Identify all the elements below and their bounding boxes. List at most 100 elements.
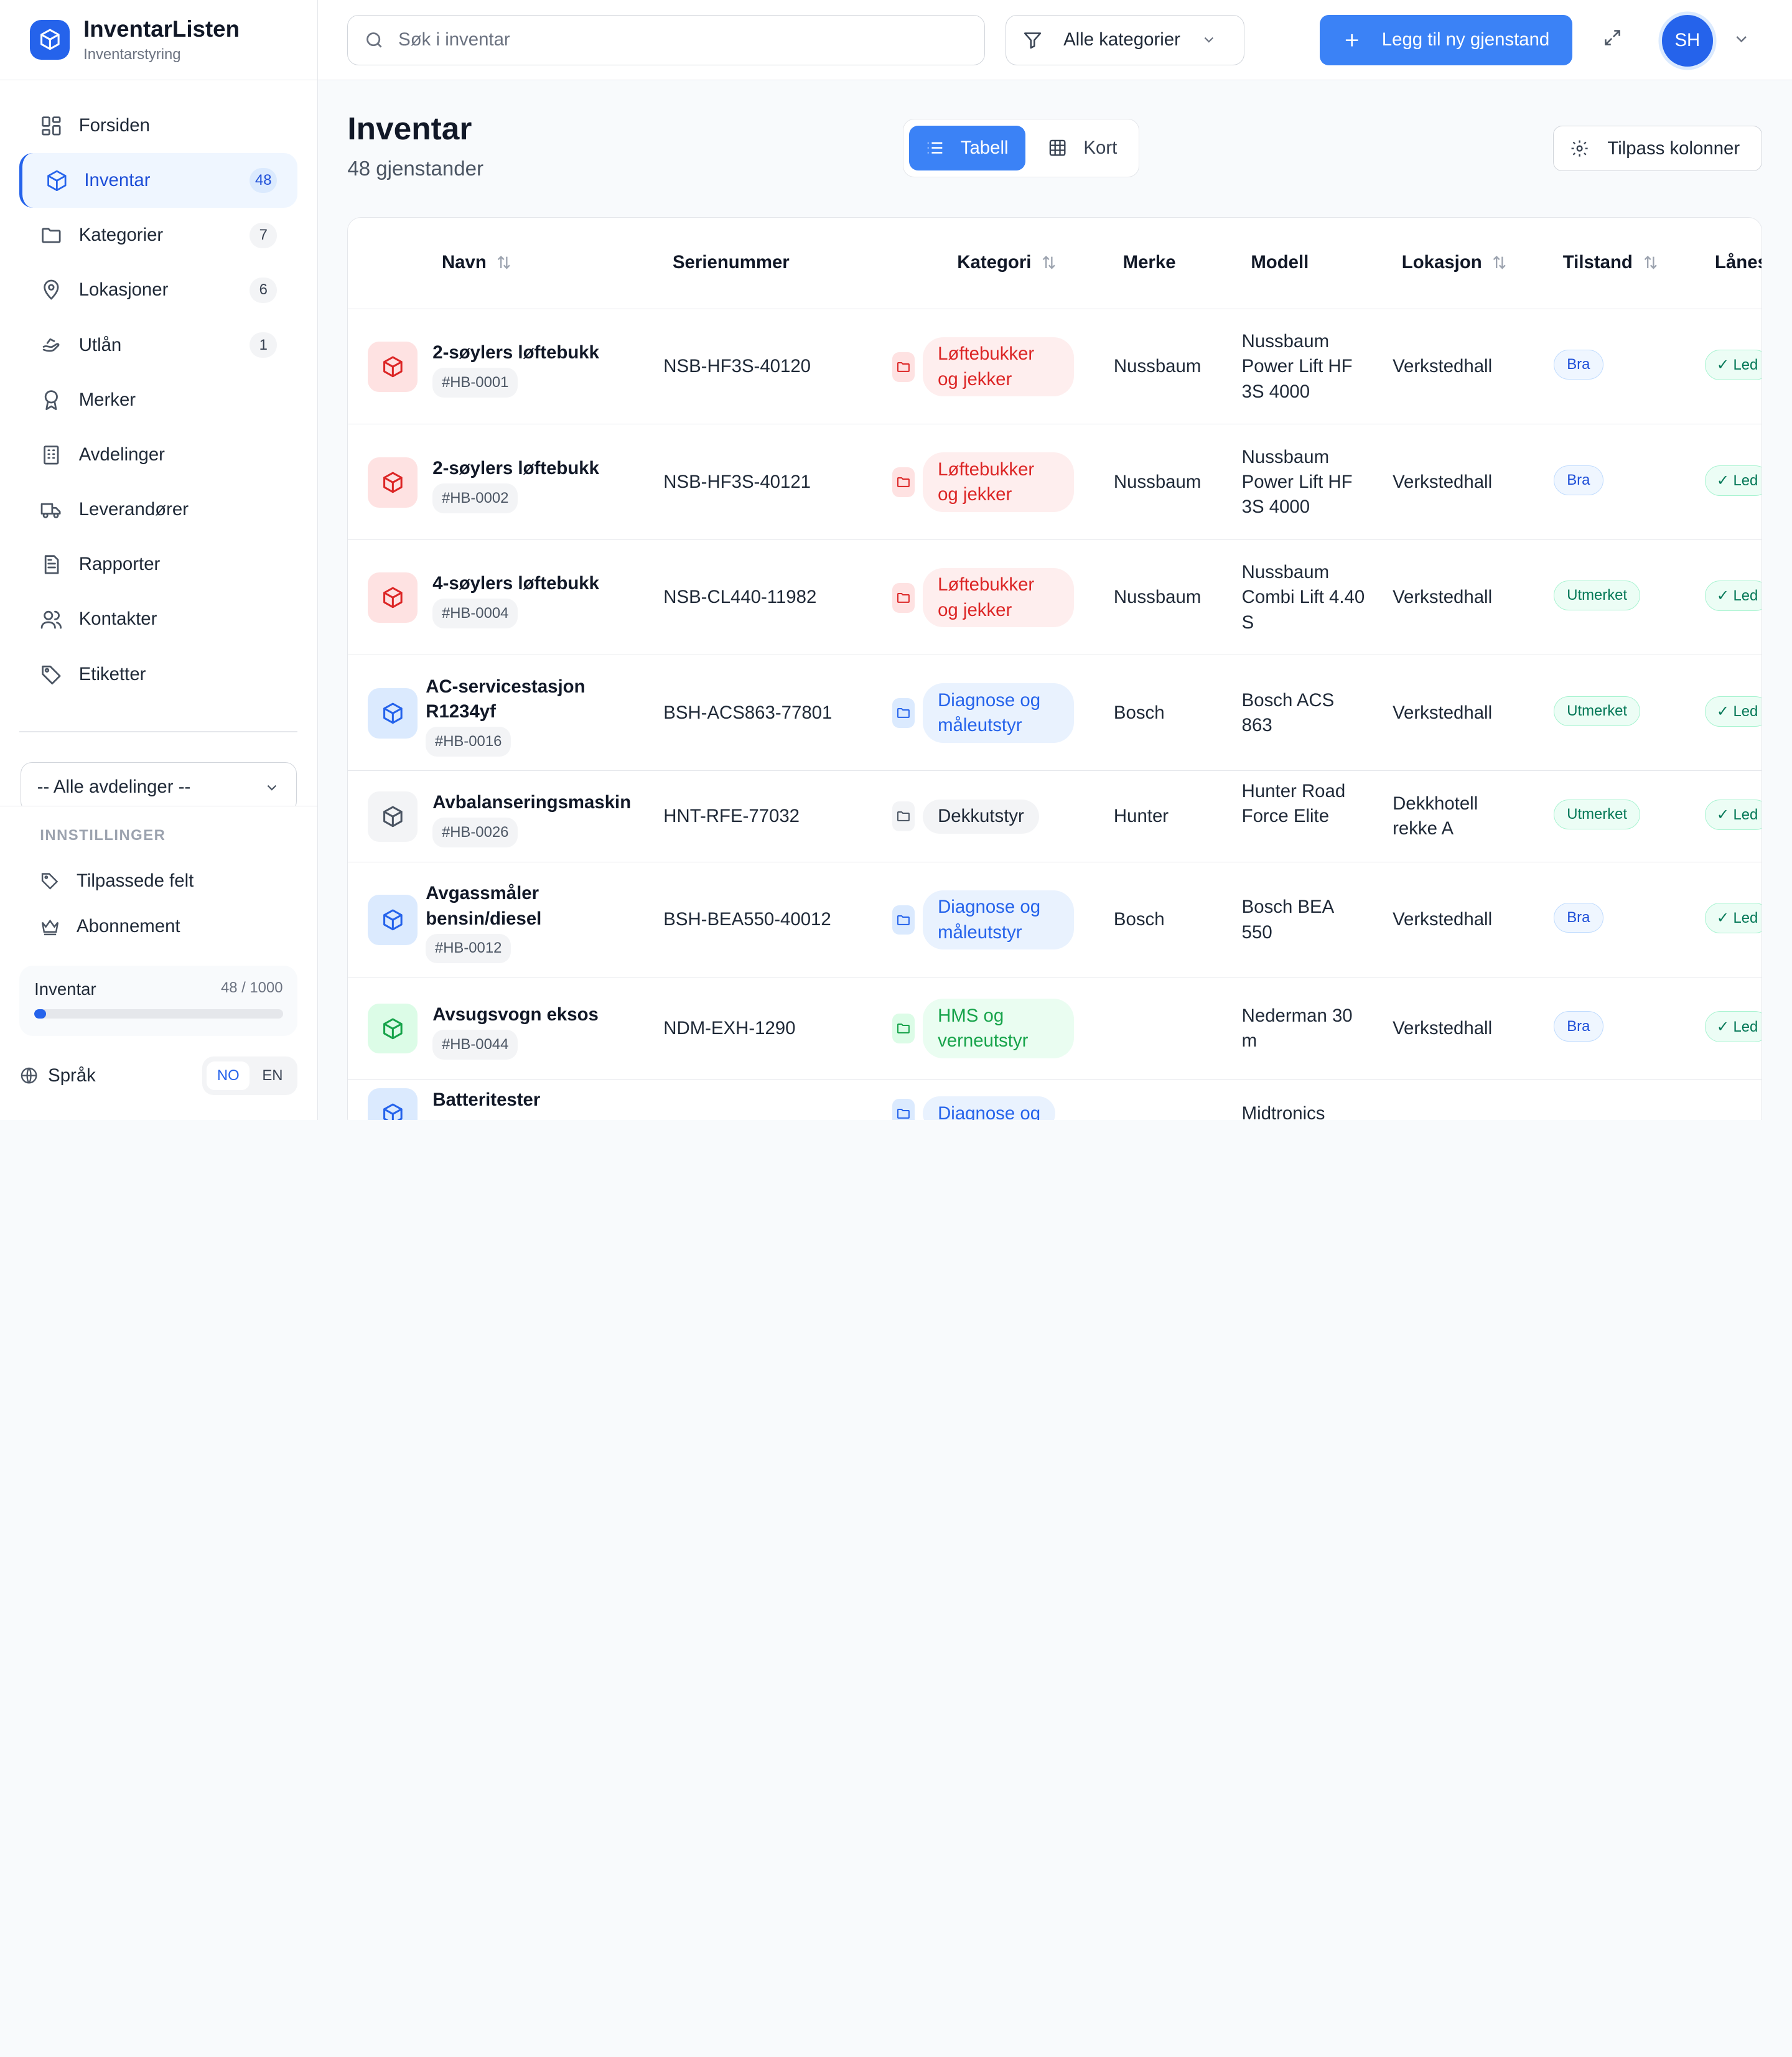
sidebar-item-rapporter[interactable]: Rapporter bbox=[19, 537, 297, 592]
item-name[interactable]: Avgassmåler bensin/diesel bbox=[426, 881, 632, 931]
item-name[interactable]: 2-søylers løftebukk bbox=[432, 340, 661, 365]
chevron-down-icon[interactable] bbox=[1732, 30, 1750, 48]
sort-icon bbox=[1042, 256, 1055, 269]
department-select-value: -- Alle avdelinger -- bbox=[37, 777, 191, 798]
customize-columns-label: Tilpass kolonner bbox=[1607, 138, 1740, 159]
location-name: Dekkhotell rekke A bbox=[1393, 793, 1478, 839]
serial-number: BSH-BEA550-40012 bbox=[663, 909, 831, 930]
condition-badge: Bra bbox=[1554, 350, 1603, 380]
category-badge[interactable]: Løftebukker og jekker bbox=[923, 452, 1074, 512]
app-window: InventarListen Inventarstyring Forsiden … bbox=[0, 0, 1792, 1120]
category-filter-select[interactable]: Alle kategorier bbox=[1006, 14, 1245, 65]
add-item-button[interactable]: Legg til ny gjenstand bbox=[1320, 14, 1573, 65]
column-header-navn[interactable]: Navn bbox=[442, 252, 513, 273]
loan-status-badge: ✓ Led bbox=[1704, 581, 1762, 612]
truck-icon bbox=[40, 498, 63, 521]
item-name[interactable]: Avsugsvogn eksos bbox=[432, 1002, 661, 1027]
category-badge[interactable]: Diagnose og måleutstyr bbox=[923, 890, 1074, 950]
item-box-icon bbox=[367, 1088, 418, 1120]
customize-columns-button[interactable]: Tilpass kolonner bbox=[1553, 126, 1763, 172]
item-id-badge: #HB-0012 bbox=[426, 933, 511, 964]
language-option-en[interactable]: EN bbox=[252, 1061, 293, 1090]
column-header-tilstand[interactable]: Tilstand bbox=[1563, 252, 1659, 273]
sidebar-item-lokasjoner[interactable]: Lokasjoner 6 bbox=[19, 263, 297, 317]
column-header-label: Lokasjon bbox=[1401, 252, 1482, 273]
serial-number: BSH-ACS863-77801 bbox=[663, 702, 833, 723]
category-folder-icon bbox=[892, 352, 915, 382]
brand-name: Nussbaum bbox=[1113, 356, 1202, 377]
model-name: Nussbaum Power Lift HF 3S 4000 bbox=[1241, 446, 1353, 518]
brand-name: Hunter bbox=[1113, 806, 1169, 827]
sidebar-item-forsiden[interactable]: Forsiden bbox=[19, 98, 297, 153]
sidebar-item-inventar[interactable]: Inventar 48 bbox=[19, 153, 298, 208]
table-row[interactable]: Avsugsvogn eksos #HB-0044 NDM-EXH-1290 HM… bbox=[348, 977, 1762, 1080]
sidebar-item-label: Etiketter bbox=[78, 663, 146, 684]
sidebar-item-kategorier[interactable]: Kategorier 7 bbox=[19, 208, 297, 263]
table-row[interactable]: Avgassmåler bensin/diesel #HB-0012 BSH-B… bbox=[348, 862, 1762, 978]
category-badge[interactable]: Diagnose og bbox=[923, 1096, 1055, 1120]
table-row[interactable]: Batteritester Diagnose og Midtronics bbox=[348, 1080, 1762, 1120]
check-icon: ✓ bbox=[1716, 806, 1729, 823]
location-name: Verkstedhall bbox=[1393, 356, 1493, 377]
table-row[interactable]: AC-servicestasjon R1234yf #HB-0016 BSH-A… bbox=[348, 655, 1762, 771]
location-name: Verkstedhall bbox=[1393, 702, 1493, 723]
language-switcher: Språk NO EN bbox=[19, 1056, 298, 1095]
loan-status-badge: ✓ Led bbox=[1704, 350, 1762, 381]
category-badge[interactable]: HMS og verneutstyr bbox=[923, 999, 1074, 1058]
map-pin-icon bbox=[40, 279, 63, 302]
sidebar-item-merker[interactable]: Merker bbox=[19, 373, 297, 427]
sidebar-item-utlån[interactable]: Utlån 1 bbox=[19, 318, 297, 373]
category-badge[interactable]: Løftebukker og jekker bbox=[923, 337, 1074, 397]
table-row[interactable]: Avbalanseringsmaskin #HB-0026 HNT-RFE-77… bbox=[348, 771, 1762, 862]
settings-item-custom-fields[interactable]: Tilpassede felt bbox=[19, 858, 297, 903]
fullscreen-button[interactable] bbox=[1600, 25, 1625, 50]
sort-icon bbox=[1493, 256, 1506, 269]
column-header-lokasjon[interactable]: Lokasjon bbox=[1402, 252, 1508, 273]
sidebar-item-leverandører[interactable]: Leverandører bbox=[19, 482, 297, 537]
category-badge[interactable]: Dekkutstyr bbox=[923, 799, 1039, 834]
category-badge[interactable]: Løftebukker og jekker bbox=[923, 567, 1074, 628]
column-header-kategori[interactable]: Kategori bbox=[957, 252, 1057, 273]
table-row[interactable]: 2-søylers løftebukk #HB-0002 NSB-HF3S-40… bbox=[348, 424, 1762, 540]
sidebar-item-label: Leverandører bbox=[78, 499, 189, 520]
item-name[interactable]: Batteritester bbox=[432, 1088, 661, 1112]
column-header-merke[interactable]: Merke bbox=[1123, 252, 1176, 273]
item-count: 48 gjenstander bbox=[347, 157, 483, 181]
item-name[interactable]: 4-søylers løftebukk bbox=[432, 571, 661, 596]
category-folder-icon bbox=[892, 467, 915, 498]
column-header-label: Lånes bbox=[1715, 252, 1762, 273]
column-header-label: Serienummer bbox=[672, 252, 790, 273]
column-header-label: Kategori bbox=[957, 252, 1032, 273]
column-header-serienummer[interactable]: Serienummer bbox=[673, 252, 790, 273]
sidebar-item-avdelinger[interactable]: Avdelinger bbox=[19, 427, 297, 482]
category-badge[interactable]: Diagnose og måleutstyr bbox=[923, 683, 1074, 743]
department-select[interactable]: -- Alle avdelinger -- bbox=[21, 762, 297, 813]
sidebar-item-etiketter[interactable]: Etiketter bbox=[19, 647, 297, 702]
column-header-lånes[interactable]: Lånes bbox=[1715, 252, 1762, 273]
sidebar-item-kontakter[interactable]: Kontakter bbox=[19, 592, 297, 646]
model-name: Hunter Road Force Elite bbox=[1241, 780, 1346, 827]
search-input[interactable]: Søk i inventar bbox=[347, 14, 986, 65]
usage-label: Inventar bbox=[34, 979, 96, 999]
condition-badge: Bra bbox=[1554, 465, 1603, 495]
brand[interactable]: InventarListen Inventarstyring bbox=[0, 0, 317, 80]
column-header-label: Navn bbox=[441, 252, 487, 273]
tag-icon bbox=[40, 663, 63, 686]
language-option-no[interactable]: NO bbox=[207, 1061, 250, 1091]
item-name[interactable]: Avbalanseringsmaskin bbox=[432, 790, 661, 815]
settings-item-label: Tilpassede felt bbox=[77, 870, 194, 891]
item-name-cell: AC-servicestasjon R1234yf #HB-0016 bbox=[426, 674, 632, 757]
item-name-cell: Avgassmåler bensin/diesel #HB-0012 bbox=[426, 881, 632, 964]
column-header-modell[interactable]: Modell bbox=[1251, 252, 1309, 273]
settings-item-subscription[interactable]: Abonnement bbox=[19, 903, 297, 949]
view-cards-button[interactable]: Kort bbox=[1032, 126, 1133, 170]
user-avatar[interactable]: SH bbox=[1661, 14, 1714, 67]
item-name[interactable]: AC-servicestasjon R1234yf bbox=[426, 674, 632, 725]
item-name[interactable]: 2-søylers løftebukk bbox=[432, 456, 661, 481]
table-row[interactable]: 4-søylers løftebukk #HB-0004 NSB-CL440-1… bbox=[348, 540, 1762, 656]
report-icon bbox=[40, 553, 63, 576]
item-name-cell: 2-søylers løftebukk #HB-0001 bbox=[432, 340, 661, 398]
language-label: Språk bbox=[48, 1065, 96, 1086]
table-row[interactable]: 2-søylers løftebukk #HB-0001 NSB-HF3S-40… bbox=[348, 309, 1762, 425]
view-table-button[interactable]: Tabell bbox=[909, 126, 1025, 170]
